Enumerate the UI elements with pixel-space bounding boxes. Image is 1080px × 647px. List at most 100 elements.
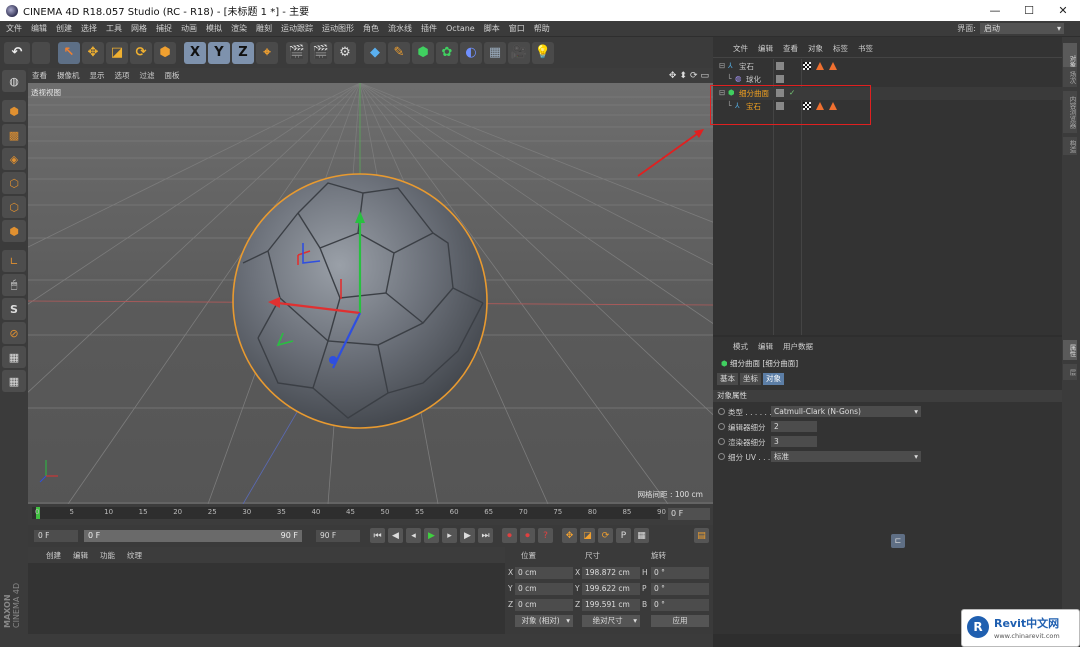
renderer-subdivision-field[interactable]: 3 xyxy=(771,436,817,447)
size-y-field[interactable]: 199.622 cm xyxy=(582,583,640,595)
om-menu-tags[interactable]: 标签 xyxy=(833,43,848,54)
current-frame-field[interactable]: 0 F xyxy=(668,508,710,520)
material-menu-create[interactable]: 创建 xyxy=(46,550,61,561)
side-tab-structure[interactable]: 构造 xyxy=(1063,137,1077,155)
prev-key-icon[interactable]: ◀ xyxy=(388,528,403,543)
subdivide-uv-dropdown[interactable]: 标准 ▾ xyxy=(771,451,921,462)
pos-z-field[interactable]: 0 cm xyxy=(515,599,573,611)
next-frame-icon[interactable]: ▸ xyxy=(442,528,457,543)
viewport-menu-cameras[interactable]: 摄像机 xyxy=(57,70,80,81)
key-scale-icon[interactable]: ◪ xyxy=(580,528,595,543)
viewport-menu-filter[interactable]: 过滤 xyxy=(140,70,155,81)
live-selection-icon[interactable]: ↖ xyxy=(58,41,80,64)
size-z-field[interactable]: 199.591 cm xyxy=(582,599,640,611)
deformer-icon[interactable]: ◐ xyxy=(460,41,482,64)
orbit-icon[interactable]: ⟳ xyxy=(690,71,698,81)
menu-window[interactable]: 窗口 xyxy=(509,23,525,34)
material-menu-texture[interactable]: 纹理 xyxy=(127,550,142,561)
tweak-mode-icon[interactable]: 🖱 xyxy=(2,274,26,296)
workplane-icon[interactable]: ▦ xyxy=(2,346,26,368)
menu-edit[interactable]: 编辑 xyxy=(31,23,47,34)
cube-primitive-icon[interactable]: ◆ xyxy=(364,41,386,64)
frame-range-slider[interactable]: 0 F 90 F xyxy=(84,530,302,542)
tab-coord[interactable]: 坐标 xyxy=(740,373,761,385)
redo-button[interactable] xyxy=(32,41,50,64)
layout-dropdown[interactable]: 启动 xyxy=(980,23,1064,34)
menu-octane[interactable]: Octane xyxy=(446,24,475,33)
y-axis-lock-button[interactable]: Y xyxy=(208,41,230,64)
coordinate-system-icon[interactable]: ⌖ xyxy=(256,41,278,64)
menu-snap[interactable]: 捕捉 xyxy=(156,23,172,34)
side-tab-takes[interactable]: 场次 xyxy=(1063,67,1077,87)
recent-tools-icon[interactable]: ⬢ xyxy=(154,41,176,64)
model-mode-icon[interactable]: ⬢ xyxy=(2,100,26,122)
om-menu-edit[interactable]: 编辑 xyxy=(758,43,773,54)
om-menu-objects[interactable]: 对象 xyxy=(808,43,823,54)
menu-script[interactable]: 脚本 xyxy=(484,23,500,34)
scale-tool-icon[interactable]: ◪ xyxy=(106,41,128,64)
apply-button[interactable]: 应用 xyxy=(651,615,709,627)
editor-subdivision-field[interactable]: 2 xyxy=(771,421,817,432)
menu-simulate[interactable]: 模拟 xyxy=(206,23,222,34)
size-mode-dropdown[interactable]: 绝对尺寸 ▾ xyxy=(582,615,640,627)
points-mode-icon[interactable]: ⬡ xyxy=(2,172,26,194)
om-menu-bookmarks[interactable]: 书签 xyxy=(858,43,873,54)
rot-p-field[interactable]: 0 ° xyxy=(651,583,709,595)
material-menu-edit[interactable]: 编辑 xyxy=(73,550,88,561)
timeline-ruler[interactable]: 0 5 10 15 20 25 30 35 40 45 50 55 60 65 70 75 80 85 90 xyxy=(32,507,666,519)
minimize-button[interactable]: — xyxy=(978,0,1012,21)
render-view-icon[interactable]: 🎬 xyxy=(286,41,308,64)
menu-sculpt[interactable]: 雕刻 xyxy=(256,23,272,34)
am-menu-user-data[interactable]: 用户数据 xyxy=(783,341,813,352)
close-button[interactable]: ✕ xyxy=(1046,0,1080,21)
viewport-menu-view[interactable]: 查看 xyxy=(32,70,47,81)
menu-select[interactable]: 选择 xyxy=(81,23,97,34)
viewport-menu-panel[interactable]: 面板 xyxy=(165,70,180,81)
menu-render[interactable]: 渲染 xyxy=(231,23,247,34)
subdivision-surface-icon[interactable]: ⬢ xyxy=(412,41,434,64)
make-editable-icon[interactable]: ◍ xyxy=(2,70,26,92)
tab-object[interactable]: 对象 xyxy=(763,373,784,385)
lock-workplane-icon[interactable]: ▦ xyxy=(2,370,26,392)
side-tab-attributes[interactable]: 属性 xyxy=(1063,340,1077,360)
key-rotation-icon[interactable]: ⟳ xyxy=(598,528,613,543)
tab-basic[interactable]: 基本 xyxy=(717,373,738,385)
edges-mode-icon[interactable]: ⬡ xyxy=(2,196,26,218)
key-parameter-icon[interactable]: P xyxy=(616,528,631,543)
pan-icon[interactable]: ✥ xyxy=(669,71,677,81)
am-menu-edit[interactable]: 编辑 xyxy=(758,341,773,352)
object-row-gem[interactable]: ⊟ ⅄ 宝石 xyxy=(713,60,1062,73)
z-axis-lock-button[interactable]: Z xyxy=(232,41,254,64)
om-menu-file[interactable]: 文件 xyxy=(733,43,748,54)
menu-motion-tracker[interactable]: 运动跟踪 xyxy=(281,23,313,34)
light-icon[interactable]: 💡 xyxy=(532,41,554,64)
size-x-field[interactable]: 198.872 cm xyxy=(582,567,640,579)
menu-create[interactable]: 创建 xyxy=(56,23,72,34)
auto-key-icon[interactable]: ⏺ xyxy=(520,528,535,543)
pen-spline-icon[interactable]: ✎ xyxy=(388,41,410,64)
menu-animate[interactable]: 动画 xyxy=(181,23,197,34)
rotate-tool-icon[interactable]: ⟳ xyxy=(130,41,152,64)
rot-b-field[interactable]: 0 ° xyxy=(651,599,709,611)
snap-icon[interactable]: S xyxy=(2,298,26,320)
polygons-mode-icon[interactable]: ⬢ xyxy=(2,220,26,242)
start-frame-field[interactable]: 0 F xyxy=(34,530,78,542)
maximize-view-icon[interactable]: ▭ xyxy=(700,71,709,81)
menu-character[interactable]: 角色 xyxy=(363,23,379,34)
menu-plugins[interactable]: 插件 xyxy=(421,23,437,34)
menu-file[interactable]: 文件 xyxy=(6,23,22,34)
timeline[interactable]: 0 5 10 15 20 25 30 35 40 45 50 55 60 65 70 75 80 85 90 0 F xyxy=(28,504,713,525)
side-tab-layers[interactable]: 层 xyxy=(1063,364,1077,380)
coord-mode-dropdown[interactable]: 对象 (相对) ▾ xyxy=(515,615,573,627)
menu-tools[interactable]: 工具 xyxy=(106,23,122,34)
undo-button[interactable]: ↶ xyxy=(4,41,30,64)
rot-h-field[interactable]: 0 ° xyxy=(651,567,709,579)
x-axis-lock-button[interactable]: X xyxy=(184,41,206,64)
maximize-button[interactable]: ☐ xyxy=(1012,0,1046,21)
material-menu-function[interactable]: 功能 xyxy=(100,550,115,561)
go-to-start-icon[interactable]: ⏮ xyxy=(370,528,385,543)
perspective-viewport[interactable]: 透视视图 网格间距 : 100 cm xyxy=(28,83,713,504)
texture-mode-icon[interactable]: ▩ xyxy=(2,124,26,146)
menu-mograph[interactable]: 运动图形 xyxy=(322,23,354,34)
menu-help[interactable]: 帮助 xyxy=(534,23,550,34)
